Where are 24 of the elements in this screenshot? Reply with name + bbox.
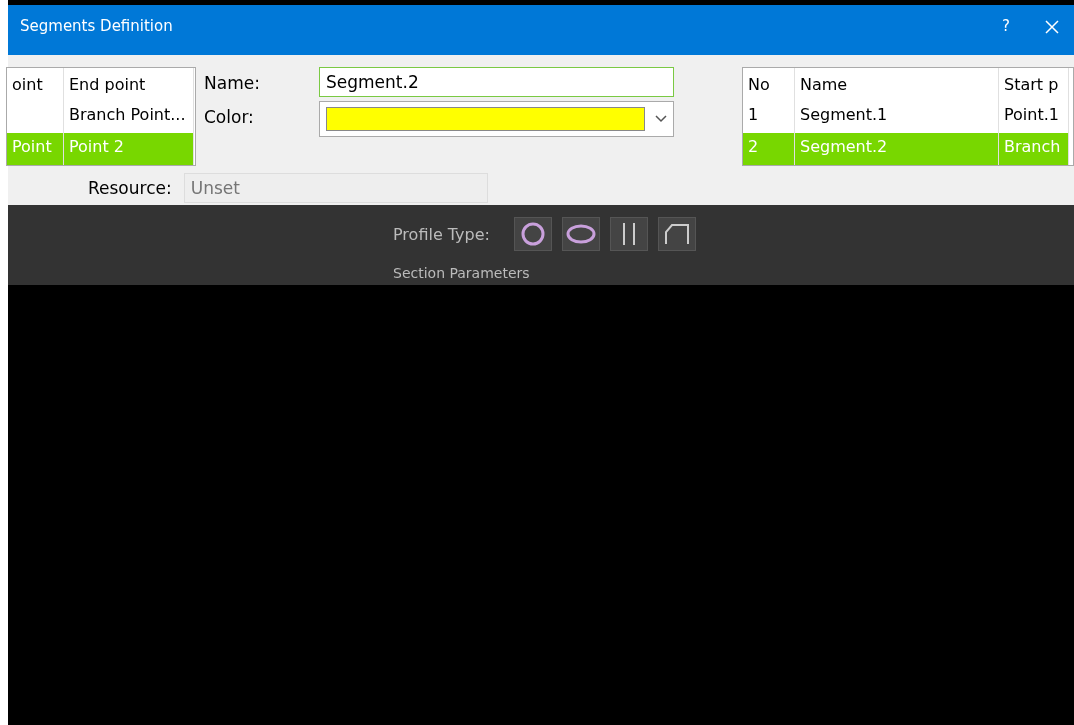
caret-icon	[655, 115, 667, 123]
parallel-bars-icon	[621, 221, 637, 247]
circle-icon	[520, 221, 546, 247]
profile-option[interactable]	[562, 217, 600, 251]
name-label: Name:	[204, 72, 261, 95]
oval-icon	[566, 224, 596, 244]
help-button[interactable]: ?	[986, 17, 1026, 35]
column-header[interactable]: End point	[64, 68, 194, 101]
column-header[interactable]: oint	[7, 68, 64, 101]
profile-option[interactable]	[658, 217, 696, 251]
section-label: Section Parameters	[393, 265, 531, 281]
profile-option[interactable]	[514, 217, 552, 251]
profile-option[interactable]	[610, 217, 648, 251]
column-header[interactable]: Name	[795, 68, 999, 101]
column-header[interactable]: No	[743, 68, 795, 101]
color-label: Color:	[204, 106, 255, 129]
window-title: Segments Definition	[20, 17, 174, 35]
resource-field[interactable]: Unset	[183, 172, 488, 203]
color-dropdown[interactable]	[319, 101, 674, 137]
profile-type-label: Profile Type:	[393, 224, 490, 244]
trapezoid-icon	[664, 222, 690, 246]
name-field[interactable]: Segment.2	[319, 67, 674, 97]
column-header[interactable]: Start p	[999, 68, 1069, 101]
resource-label: Resource:	[88, 177, 172, 198]
